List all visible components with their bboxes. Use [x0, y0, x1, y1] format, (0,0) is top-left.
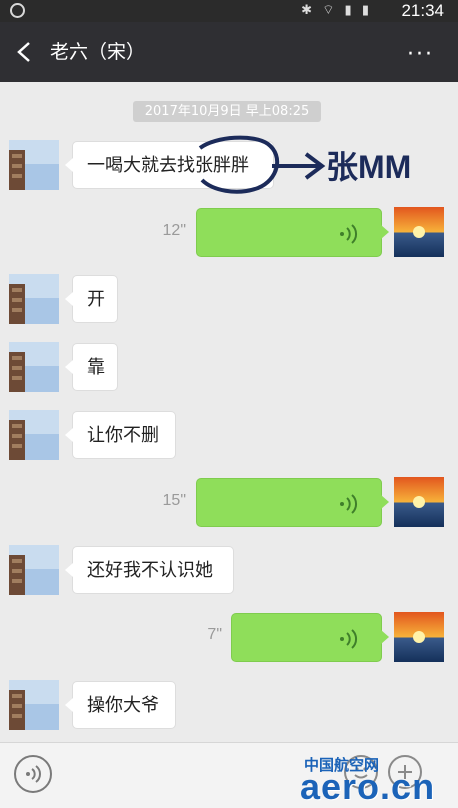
my-avatar[interactable] — [394, 477, 444, 527]
annotation-arrow-mark — [272, 152, 326, 180]
chat-header: 老六（宋） ··· — [0, 22, 458, 82]
annotation-text: 张MM — [326, 149, 412, 185]
status-time: 21:34 — [401, 1, 444, 20]
contact-avatar[interactable] — [9, 274, 59, 324]
message-text: 操你大爷 — [87, 695, 159, 716]
message-text: 开 — [87, 289, 105, 310]
voice-message-bubble[interactable] — [196, 208, 389, 257]
status-bar: ✱ ⌔ ▮ ▮ 21:34 — [0, 0, 458, 22]
speaker-wave-icon — [26, 765, 41, 783]
hold-to-talk-button[interactable] — [66, 753, 336, 795]
voice-wave-icon — [340, 224, 358, 244]
watermark-domain: aero.cn — [300, 766, 436, 807]
voice-mode-button[interactable] — [14, 755, 52, 793]
message-bubble[interactable]: 靠 — [65, 343, 118, 391]
voice-wave-icon — [340, 494, 358, 514]
voice-message-bubble[interactable] — [231, 613, 389, 662]
message-timestamp: 2017年10月9日 早上08:25 — [133, 101, 321, 122]
site-watermark: 中国航空网 aero.cn — [300, 754, 458, 807]
contact-avatar[interactable] — [9, 410, 59, 460]
voice-message-bubble[interactable] — [196, 478, 389, 527]
message-text: 靠 — [87, 357, 105, 378]
contact-avatar[interactable] — [9, 545, 59, 595]
message-bubble[interactable]: 还好我不认识她 — [65, 546, 234, 594]
my-avatar[interactable] — [394, 207, 444, 257]
voice-wave-icon — [340, 629, 358, 649]
voice-duration: 7" — [207, 626, 222, 643]
message-text: 还好我不认识她 — [87, 560, 213, 581]
voice-duration: 12" — [162, 222, 186, 239]
message-text: 让你不删 — [87, 425, 159, 446]
my-avatar[interactable] — [394, 612, 444, 662]
notification-icon — [10, 3, 25, 18]
contact-avatar[interactable] — [9, 140, 59, 190]
chat-title: 老六（宋） — [50, 41, 146, 63]
voice-duration: 15" — [162, 492, 186, 509]
back-arrow-icon[interactable] — [14, 40, 36, 64]
message-bubble[interactable]: 操你大爷 — [65, 681, 176, 729]
more-options-icon[interactable]: ··· — [407, 42, 434, 67]
contact-avatar[interactable] — [9, 680, 59, 730]
status-icons: ✱ ⌔ ▮ ▮ — [301, 3, 372, 18]
message-bubble[interactable]: 开 — [65, 275, 118, 323]
message-bubble[interactable]: 让你不删 — [65, 411, 176, 459]
contact-avatar[interactable] — [9, 342, 59, 392]
